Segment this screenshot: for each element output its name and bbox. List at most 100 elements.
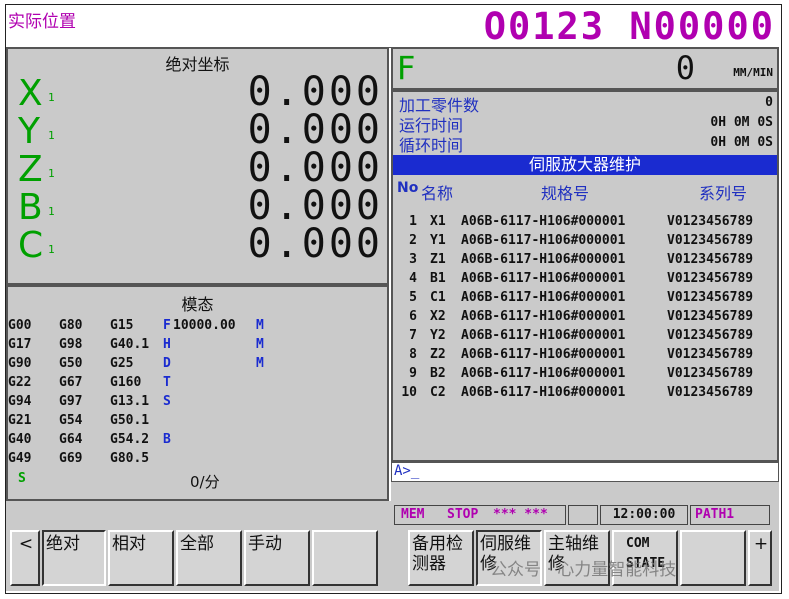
axis-name: C	[18, 225, 44, 266]
row-no: 4	[409, 271, 417, 286]
feed-unit: MM/MIN	[733, 66, 773, 79]
axis-name: X	[18, 73, 43, 114]
row-no: 1	[409, 214, 417, 229]
gcode: G69	[59, 451, 83, 466]
servo-row: 9 B2 A06B-6117-H106#000001 V0123456789	[393, 366, 777, 385]
row-no: 9	[409, 366, 417, 381]
cycle-time-label: 循环时间	[399, 136, 464, 155]
gcode: G50	[59, 356, 83, 371]
key-input-line[interactable]: A>_	[391, 462, 779, 482]
row-serial: V0123456789	[667, 290, 754, 305]
modal-marker: H	[163, 337, 171, 352]
softkey-manual[interactable]: 手动	[244, 530, 310, 586]
row-serial: V0123456789	[667, 366, 754, 381]
row-name: X2	[430, 309, 446, 324]
softkey-all[interactable]: 全部	[176, 530, 242, 586]
row-name: Y2	[430, 328, 446, 343]
col-header-serial: 系列号	[699, 184, 748, 203]
feed-panel: F 0 MM/MIN	[391, 47, 779, 90]
run-time-value: 0H 0M 0S	[710, 115, 773, 130]
gcode: G15	[110, 318, 134, 333]
feed-label: F	[397, 49, 416, 87]
gcode: G80	[59, 318, 83, 333]
servo-row: 6 X2 A06B-6117-H106#000001 V0123456789	[393, 309, 777, 328]
gcode: G00	[8, 318, 32, 333]
softkey-empty[interactable]	[312, 530, 378, 586]
softkey-relative[interactable]: 相对	[108, 530, 174, 586]
row-name: C2	[430, 385, 446, 400]
axis-sub: 1	[48, 91, 55, 104]
row-no: 3	[409, 252, 417, 267]
gcode: G98	[59, 337, 83, 352]
axis-row-b: B 1 0.000	[8, 183, 387, 229]
modal-marker: B	[163, 432, 171, 447]
row-name: Z2	[430, 347, 446, 362]
gcode: G40.1	[110, 337, 150, 352]
status-mode: MEM	[401, 507, 425, 522]
spindle-speed: 0/分	[190, 473, 220, 491]
row-spec: A06B-6117-H106#000001	[461, 214, 626, 229]
gcode: G22	[8, 375, 32, 390]
mode-title: 实际位置	[8, 12, 76, 32]
row-spec: A06B-6117-H106#000001	[461, 366, 626, 381]
gcode: G64	[59, 432, 83, 447]
axis-row-x: X 1 0.000	[8, 69, 387, 115]
gcode: G25	[110, 356, 134, 371]
softkey-prev[interactable]: <	[10, 530, 40, 586]
status-state: STOP	[447, 507, 479, 522]
softkey-absolute[interactable]: 绝对	[42, 530, 106, 586]
status-blank	[568, 505, 598, 525]
servo-row: 3 Z1 A06B-6117-H106#000001 V0123456789	[393, 252, 777, 271]
row-spec: A06B-6117-H106#000001	[461, 290, 626, 305]
axis-sub: 1	[48, 167, 55, 180]
row-serial: V0123456789	[667, 347, 754, 362]
row-no: 8	[409, 347, 417, 362]
program-number: O0123 N00000	[483, 5, 775, 48]
gcode: G94	[8, 394, 32, 409]
col-header-no: No	[397, 180, 419, 196]
modal-title: 模态	[181, 295, 214, 314]
servo-row: 7 Y2 A06B-6117-H106#000001 V0123456789	[393, 328, 777, 347]
row-no: 7	[409, 328, 417, 343]
servo-row: 10 C2 A06B-6117-H106#000001 V0123456789	[393, 385, 777, 404]
gcode: G80.5	[110, 451, 150, 466]
axis-row-z: Z 1 0.000	[8, 145, 387, 191]
axis-sub: 1	[48, 243, 55, 256]
softkey-empty-2[interactable]	[680, 530, 746, 586]
row-serial: V0123456789	[667, 214, 754, 229]
axis-row-y: Y 1 0.000	[8, 107, 387, 153]
axis-row-c: C 1 0.000	[8, 221, 387, 267]
servo-row: 5 C1 A06B-6117-H106#000001 V0123456789	[393, 290, 777, 309]
position-panel: 绝对坐标 X 1 0.000 Y 1 0.000 Z 1 0.000 B 1 0…	[6, 47, 389, 285]
f-value: 10000.00	[173, 318, 236, 333]
row-no: 6	[409, 309, 417, 324]
m-marker: M	[256, 356, 264, 371]
gcode: G13.1	[110, 394, 150, 409]
softkey-spare-checker[interactable]: 备用检测器	[408, 530, 474, 586]
axis-sub: 1	[48, 205, 55, 218]
status-clock: 12:00:00	[600, 505, 688, 525]
row-serial: V0123456789	[667, 271, 754, 286]
gcode: G160	[110, 375, 142, 390]
row-serial: V0123456789	[667, 328, 754, 343]
softkey-next[interactable]: +	[748, 530, 772, 586]
row-no: 10	[401, 385, 417, 400]
row-spec: A06B-6117-H106#000001	[461, 252, 626, 267]
gcode: G50.1	[110, 413, 150, 428]
modal-marker: F	[163, 318, 171, 333]
modal-panel: 模态 G00 G80 G15 F 10000.00 M G17 G98 G40.…	[6, 285, 389, 501]
row-spec: A06B-6117-H106#000001	[461, 271, 626, 286]
row-name: Y1	[430, 233, 446, 248]
row-spec: A06B-6117-H106#000001	[461, 347, 626, 362]
row-serial: V0123456789	[667, 385, 754, 400]
col-header-spec: 规格号	[541, 184, 590, 203]
status-path: PATH1	[690, 505, 770, 525]
modal-marker: D	[163, 356, 171, 371]
row-serial: V0123456789	[667, 309, 754, 324]
axis-sub: 1	[48, 129, 55, 142]
row-spec: A06B-6117-H106#000001	[461, 385, 626, 400]
row-serial: V0123456789	[667, 233, 754, 248]
axis-name: Y	[18, 111, 40, 152]
feed-value: 0	[675, 49, 695, 87]
servo-row: 2 Y1 A06B-6117-H106#000001 V0123456789	[393, 233, 777, 252]
